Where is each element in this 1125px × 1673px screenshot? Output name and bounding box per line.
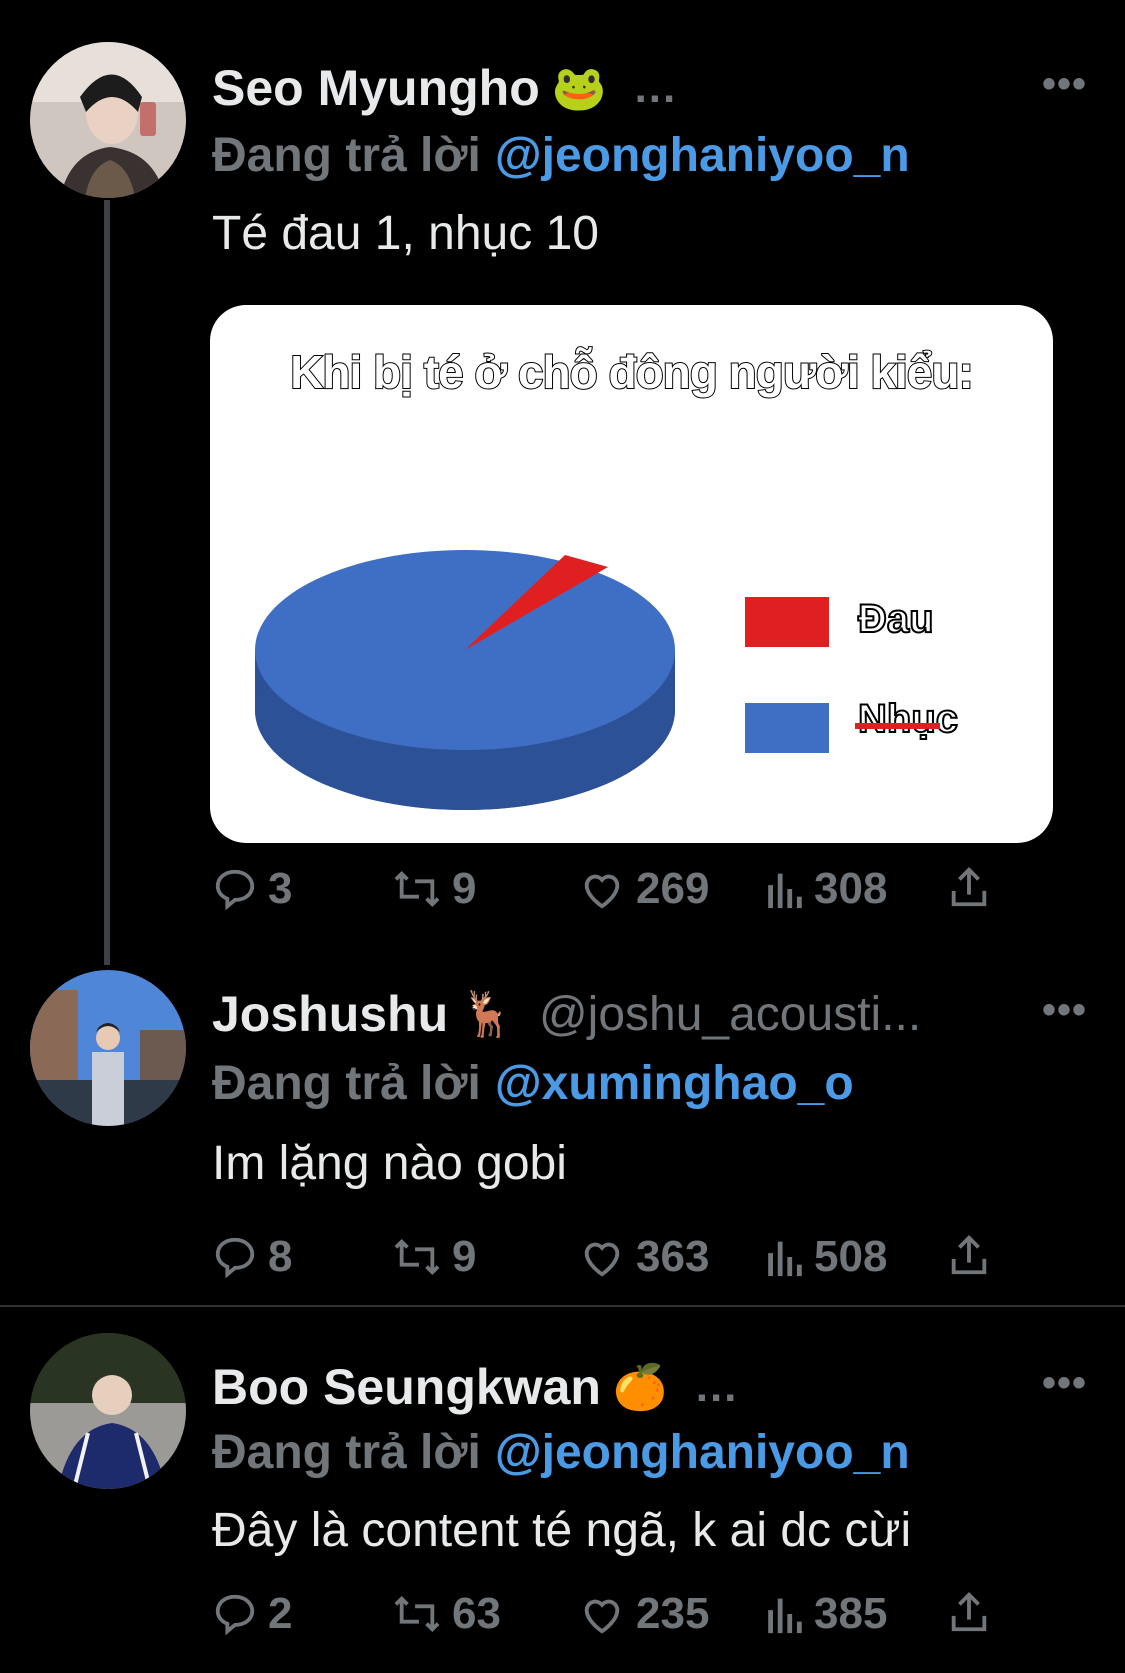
views-count: 508 xyxy=(814,1232,888,1281)
avatar[interactable] xyxy=(30,970,186,1126)
more-icon[interactable]: ••• xyxy=(1042,62,1087,107)
reply-label: Đang trả lời xyxy=(212,1426,481,1479)
avatar[interactable] xyxy=(30,1333,186,1489)
like-icon xyxy=(584,1599,620,1634)
reply-button[interactable]: 8 xyxy=(212,1232,292,1282)
tweet-text: Im lặng nào gobi xyxy=(212,1137,567,1190)
reply-count: 2 xyxy=(268,1589,293,1638)
views-button[interactable]: 308 xyxy=(764,864,887,914)
like-button[interactable]: 269 xyxy=(578,864,709,914)
legend-swatch-dau xyxy=(745,597,829,647)
share-button[interactable] xyxy=(947,1589,991,1635)
reply-icon xyxy=(215,1594,255,1636)
share-icon xyxy=(951,867,987,907)
thread-line xyxy=(104,200,110,965)
reply-label: Đang trả lời xyxy=(212,129,481,182)
legend-strikethrough xyxy=(855,723,940,729)
like-button[interactable]: 363 xyxy=(578,1232,709,1282)
views-count: 385 xyxy=(814,1589,888,1638)
retweet-icon xyxy=(394,1595,440,1633)
tweet-text: Té đau 1, nhục 10 xyxy=(212,207,599,260)
retweet-icon xyxy=(394,1238,440,1276)
retweet-button[interactable]: 63 xyxy=(392,1589,501,1639)
reply-label: Đang trả lời xyxy=(212,1057,481,1110)
handle[interactable]: @joshu_acousti... xyxy=(539,987,921,1042)
pie-chart xyxy=(255,550,675,810)
name-truncation: ... xyxy=(634,63,678,112)
action-bar: 8 9 363 508 xyxy=(212,1232,1012,1292)
tweet-text: Đây là content té ngã, k ai dc cừi xyxy=(212,1504,912,1557)
reply-mention-link[interactable]: @jeonghaniyoo_n xyxy=(495,1426,910,1479)
action-bar: 2 63 235 385 xyxy=(212,1589,1012,1649)
like-count: 269 xyxy=(636,864,710,913)
display-name[interactable]: Boo Seungkwan xyxy=(212,1358,601,1416)
reply-icon xyxy=(215,1237,255,1279)
reply-button[interactable]: 2 xyxy=(212,1589,292,1639)
frog-emoji: 🐸 xyxy=(551,64,607,113)
tweet-header: Seo Myungho 🐸 ... xyxy=(212,58,677,118)
retweet-count: 63 xyxy=(452,1589,501,1638)
reply-icon xyxy=(215,869,255,911)
tweet-header: Boo Seungkwan 🍊 ... xyxy=(212,1357,738,1417)
reply-mention-link[interactable]: @xuminghao_o xyxy=(495,1057,854,1110)
retweet-count: 9 xyxy=(452,1232,477,1281)
more-icon[interactable]: ••• xyxy=(1042,1361,1087,1406)
views-button[interactable]: 508 xyxy=(764,1232,887,1282)
reply-mention-link[interactable]: @jeonghaniyoo_n xyxy=(495,129,910,182)
tweet-1[interactable]: Seo Myungho 🐸 ... ••• Đang trả lời @jeong… xyxy=(0,0,1125,965)
reply-context: Đang trả lời @xuminghao_o xyxy=(212,1056,854,1111)
avatar[interactable] xyxy=(30,42,186,198)
orange-emoji: 🍊 xyxy=(612,1363,668,1412)
like-icon xyxy=(584,1242,620,1277)
tweet-header: Joshushu 🦌 @joshu_acousti... xyxy=(212,984,921,1044)
like-count: 363 xyxy=(636,1232,710,1281)
legend-swatch-nhuc xyxy=(745,703,829,753)
views-icon xyxy=(768,1598,802,1634)
retweet-icon xyxy=(394,870,440,908)
retweet-count: 9 xyxy=(452,864,477,913)
action-bar: 3 9 269 308 xyxy=(212,864,1012,924)
reply-count: 3 xyxy=(268,864,293,913)
display-name[interactable]: Joshushu xyxy=(212,985,448,1043)
legend-label-nhuc: Nhục xyxy=(857,696,959,742)
views-count: 308 xyxy=(814,864,888,913)
reply-count: 8 xyxy=(268,1232,293,1281)
more-icon[interactable]: ••• xyxy=(1042,988,1087,1033)
deer-emoji: 🦌 xyxy=(460,990,515,1039)
like-icon xyxy=(584,874,620,909)
views-icon xyxy=(768,1241,802,1277)
name-truncation: ... xyxy=(695,1362,739,1411)
retweet-button[interactable]: 9 xyxy=(392,1232,476,1282)
tweet-image[interactable]: Khi bị té ở chỗ đông người kiểu: Đau Nhụ… xyxy=(210,305,1053,843)
like-button[interactable]: 235 xyxy=(578,1589,709,1639)
tweet-2[interactable]: Joshushu 🦌 @joshu_acousti... ••• Đang tr… xyxy=(0,930,1125,1305)
share-button[interactable] xyxy=(947,864,991,910)
views-button[interactable]: 385 xyxy=(764,1589,887,1639)
like-count: 235 xyxy=(636,1589,710,1638)
reply-context: Đang trả lời @jeonghaniyoo_n xyxy=(212,128,910,183)
display-name[interactable]: Seo Myungho xyxy=(212,59,540,117)
share-icon xyxy=(951,1235,987,1275)
share-icon xyxy=(951,1592,987,1632)
share-button[interactable] xyxy=(947,1232,991,1278)
legend-label-dau: Đau xyxy=(857,596,935,642)
reply-context: Đang trả lời @jeonghaniyoo_n xyxy=(212,1425,910,1480)
retweet-button[interactable]: 9 xyxy=(392,864,476,914)
tweet-3[interactable]: Boo Seungkwan 🍊 ... ••• Đang trả lời @jeo… xyxy=(0,1307,1125,1673)
reply-button[interactable]: 3 xyxy=(212,864,292,914)
views-icon xyxy=(768,873,802,909)
